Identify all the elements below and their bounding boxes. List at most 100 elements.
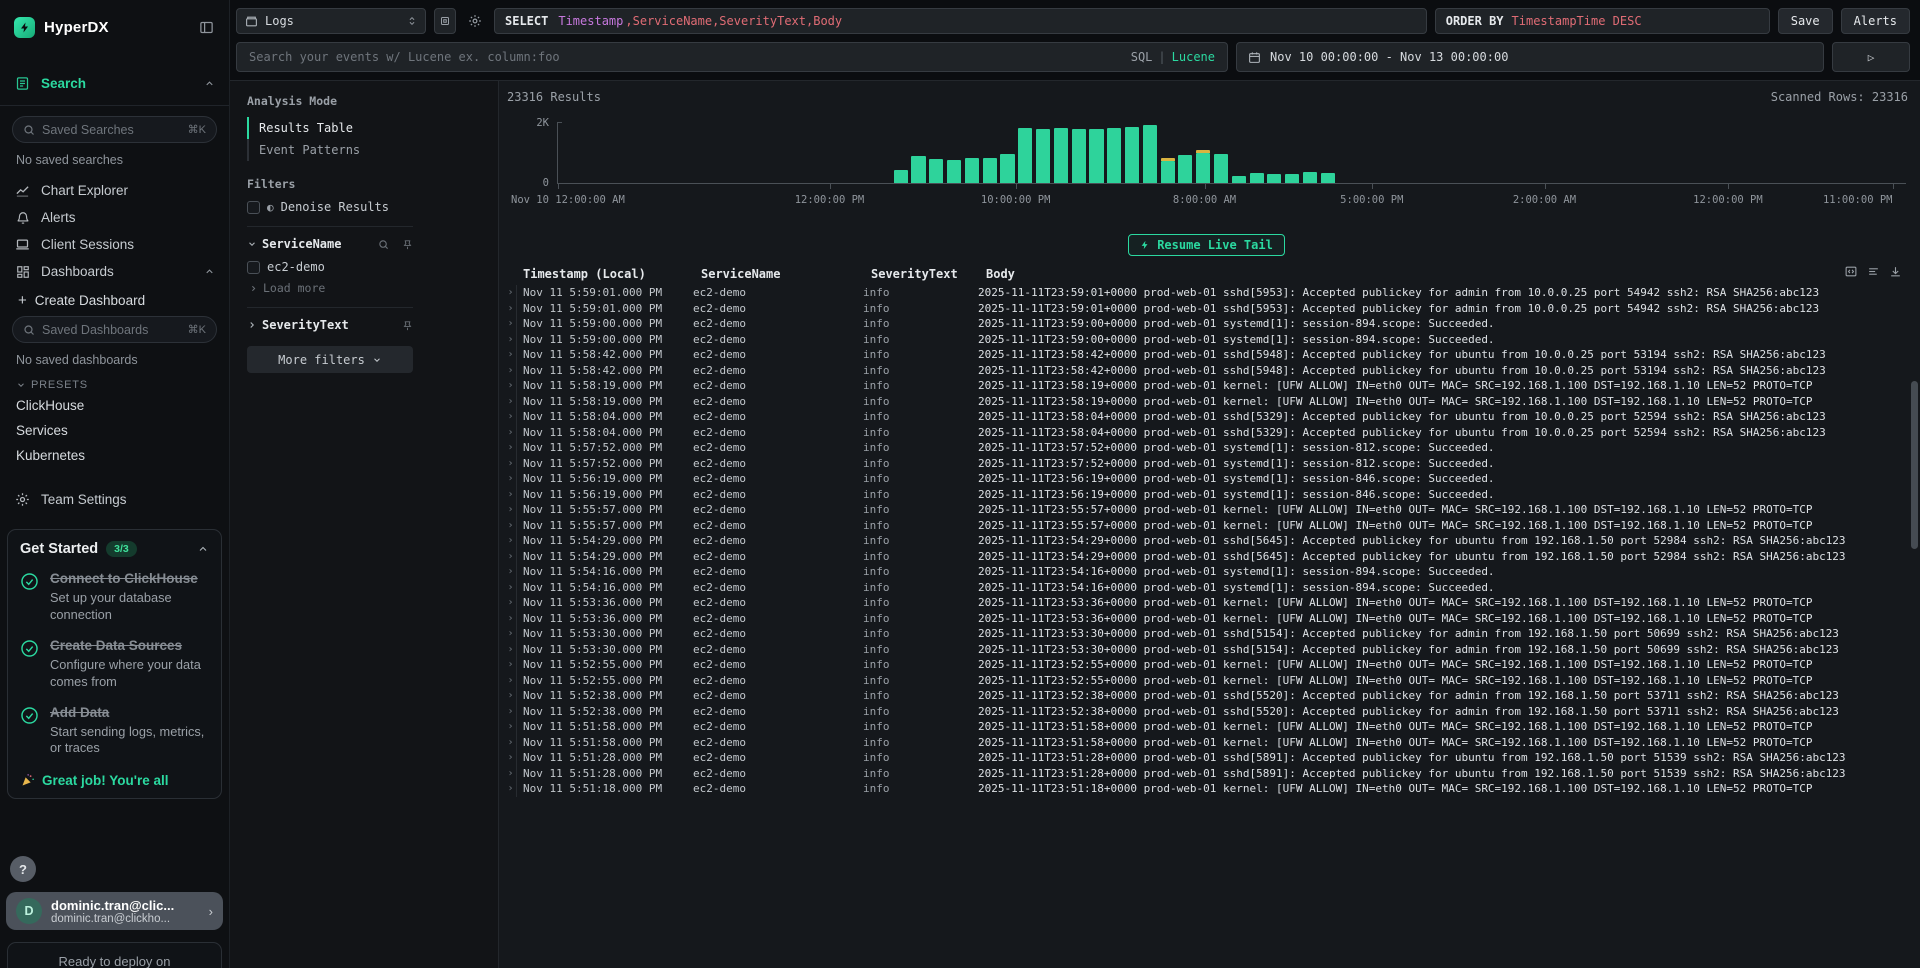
row-expand-chevron-icon[interactable]: › xyxy=(505,735,517,751)
column-resize-handle[interactable]: ⋮ xyxy=(863,267,865,281)
run-query-button[interactable]: ▷ xyxy=(1832,42,1910,72)
chart-bar[interactable] xyxy=(1250,173,1264,183)
table-row[interactable]: › Nov 11 5:54:29.000 PM ec2-demo info 20… xyxy=(505,549,1908,565)
pin-icon[interactable] xyxy=(402,239,413,250)
alerts-button[interactable]: Alerts xyxy=(1841,8,1910,34)
row-expand-chevron-icon[interactable]: › xyxy=(505,580,517,596)
chevron-up-icon[interactable] xyxy=(204,78,215,89)
table-row[interactable]: › Nov 11 5:57:52.000 PM ec2-demo info 20… xyxy=(505,456,1908,472)
more-filters-button[interactable]: More filters xyxy=(247,346,413,373)
column-resize-handle[interactable]: ⋮ xyxy=(978,267,980,281)
sidebar-item-preset-kubernetes[interactable]: Kubernetes xyxy=(0,443,229,468)
row-expand-chevron-icon[interactable]: › xyxy=(505,688,517,704)
row-expand-chevron-icon[interactable]: › xyxy=(505,425,517,441)
column-header-timestamp[interactable]: Timestamp (Local) xyxy=(523,265,693,282)
sidebar-item-search[interactable]: Search xyxy=(0,70,229,97)
row-expand-chevron-icon[interactable]: › xyxy=(505,440,517,456)
table-row[interactable]: › Nov 11 5:59:01.000 PM ec2-demo info 20… xyxy=(505,301,1908,317)
row-expand-chevron-icon[interactable]: › xyxy=(505,766,517,782)
chevron-up-icon[interactable] xyxy=(197,543,209,555)
event-search-input[interactable]: Search your events w/ Lucene ex. column:… xyxy=(236,42,1228,72)
table-row[interactable]: › Nov 11 5:53:36.000 PM ec2-demo info 20… xyxy=(505,611,1908,627)
chart-bar[interactable] xyxy=(1036,129,1050,183)
save-button[interactable]: Save xyxy=(1778,8,1833,34)
table-row[interactable]: › Nov 11 5:56:19.000 PM ec2-demo info 20… xyxy=(505,487,1908,503)
chart-bar[interactable] xyxy=(1267,174,1281,183)
row-expand-chevron-icon[interactable]: › xyxy=(505,750,517,766)
select-columns-input[interactable]: SELECTTimestamp,ServiceName,SeverityText… xyxy=(494,8,1427,34)
row-expand-chevron-icon[interactable]: › xyxy=(505,409,517,425)
row-expand-chevron-icon[interactable]: › xyxy=(505,363,517,379)
filter-search-icon[interactable] xyxy=(378,239,389,250)
table-row[interactable]: › Nov 11 5:55:57.000 PM ec2-demo info 20… xyxy=(505,518,1908,534)
table-row[interactable]: › Nov 11 5:57:52.000 PM ec2-demo info 20… xyxy=(505,440,1908,456)
row-expand-chevron-icon[interactable]: › xyxy=(505,456,517,472)
chart-bar[interactable] xyxy=(1232,176,1246,183)
row-expand-chevron-icon[interactable]: › xyxy=(505,394,517,410)
sidebar-item-client-sessions[interactable]: Client Sessions xyxy=(0,231,229,258)
row-expand-chevron-icon[interactable]: › xyxy=(505,595,517,611)
chart-bar[interactable] xyxy=(1125,127,1139,183)
chart-bar[interactable] xyxy=(911,156,925,183)
table-row[interactable]: › Nov 11 5:54:16.000 PM ec2-demo info 20… xyxy=(505,580,1908,596)
row-expand-chevron-icon[interactable]: › xyxy=(505,301,517,317)
mode-event-patterns[interactable]: Event Patterns xyxy=(247,139,413,161)
filter-group-severitytext[interactable]: SeverityText xyxy=(247,318,413,332)
table-row[interactable]: › Nov 11 5:51:28.000 PM ec2-demo info 20… xyxy=(505,750,1908,766)
chart-bar[interactable] xyxy=(1143,125,1157,183)
sidebar-item-team-settings[interactable]: Team Settings xyxy=(0,486,229,513)
column-header-severitytext[interactable]: ⋮SeverityText xyxy=(863,265,978,282)
language-toggle-lucene[interactable]: Lucene xyxy=(1172,50,1215,64)
chart-bar[interactable] xyxy=(1054,128,1068,183)
settings-gear-button[interactable] xyxy=(464,8,486,34)
table-row[interactable]: › Nov 11 5:58:19.000 PM ec2-demo info 20… xyxy=(505,378,1908,394)
chart-bar[interactable] xyxy=(1000,154,1014,183)
table-row[interactable]: › Nov 11 5:51:18.000 PM ec2-demo info 20… xyxy=(505,781,1908,797)
filter-group-servicename[interactable]: ServiceName xyxy=(247,237,413,251)
chevron-up-icon[interactable] xyxy=(204,266,215,277)
denoise-results-checkbox-row[interactable]: ◐ Denoise Results xyxy=(247,200,413,214)
row-expand-chevron-icon[interactable]: › xyxy=(505,518,517,534)
row-expand-chevron-icon[interactable]: › xyxy=(505,549,517,565)
table-row[interactable]: › Nov 11 5:54:29.000 PM ec2-demo info 20… xyxy=(505,533,1908,549)
row-expand-chevron-icon[interactable]: › xyxy=(505,719,517,735)
table-row[interactable]: › Nov 11 5:59:00.000 PM ec2-demo info 20… xyxy=(505,316,1908,332)
table-row[interactable]: › Nov 11 5:53:30.000 PM ec2-demo info 20… xyxy=(505,642,1908,658)
row-expand-chevron-icon[interactable]: › xyxy=(505,564,517,580)
resume-live-tail-button[interactable]: Resume Live Tail xyxy=(1128,234,1285,256)
saved-dashboards-input[interactable]: Saved Dashboards ⌘K xyxy=(12,316,217,343)
chart-bar[interactable] xyxy=(1161,161,1175,183)
chart-bar[interactable] xyxy=(1089,129,1103,183)
row-expand-chevron-icon[interactable]: › xyxy=(505,487,517,503)
chart-bar[interactable] xyxy=(1107,128,1121,183)
order-by-input[interactable]: ORDER BYTimestampTime DESC xyxy=(1435,8,1770,34)
get-started-step[interactable]: Create Data Sources Configure where your… xyxy=(20,637,209,691)
table-row[interactable]: › Nov 11 5:55:57.000 PM ec2-demo info 20… xyxy=(505,502,1908,518)
table-row[interactable]: › Nov 11 5:52:38.000 PM ec2-demo info 20… xyxy=(505,704,1908,720)
vertical-scrollbar[interactable] xyxy=(1911,381,1918,549)
chart-bar[interactable] xyxy=(983,158,997,183)
chart-plot-area[interactable] xyxy=(557,122,1906,184)
table-row[interactable]: › Nov 11 5:59:00.000 PM ec2-demo info 20… xyxy=(505,332,1908,348)
view-source-code-icon[interactable] xyxy=(1844,265,1858,278)
row-expand-chevron-icon[interactable]: › xyxy=(505,704,517,720)
column-settings-icon[interactable] xyxy=(1867,265,1880,278)
table-row[interactable]: › Nov 11 5:51:58.000 PM ec2-demo info 20… xyxy=(505,719,1908,735)
sidebar-item-dashboards[interactable]: Dashboards xyxy=(0,258,229,285)
chart-bar[interactable] xyxy=(1196,153,1210,183)
chart-bar[interactable] xyxy=(1214,154,1228,183)
table-row[interactable]: › Nov 11 5:58:42.000 PM ec2-demo info 20… xyxy=(505,363,1908,379)
table-row[interactable]: › Nov 11 5:54:16.000 PM ec2-demo info 20… xyxy=(505,564,1908,580)
chart-bar[interactable] xyxy=(965,158,979,183)
table-row[interactable]: › Nov 11 5:53:36.000 PM ec2-demo info 20… xyxy=(505,595,1908,611)
chart-bar[interactable] xyxy=(1321,173,1335,183)
row-expand-chevron-icon[interactable]: › xyxy=(505,657,517,673)
user-menu[interactable]: D dominic.tran@clic... dominic.tran@clic… xyxy=(6,892,223,930)
table-row[interactable]: › Nov 11 5:51:28.000 PM ec2-demo info 20… xyxy=(505,766,1908,782)
pin-icon[interactable] xyxy=(402,320,413,331)
get-started-step[interactable]: Connect to ClickHouse Set up your databa… xyxy=(20,570,209,624)
table-row[interactable]: › Nov 11 5:51:58.000 PM ec2-demo info 20… xyxy=(505,735,1908,751)
table-row[interactable]: › Nov 11 5:52:55.000 PM ec2-demo info 20… xyxy=(505,673,1908,689)
source-select[interactable]: Logs xyxy=(236,8,426,34)
table-row[interactable]: › Nov 11 5:58:04.000 PM ec2-demo info 20… xyxy=(505,409,1908,425)
